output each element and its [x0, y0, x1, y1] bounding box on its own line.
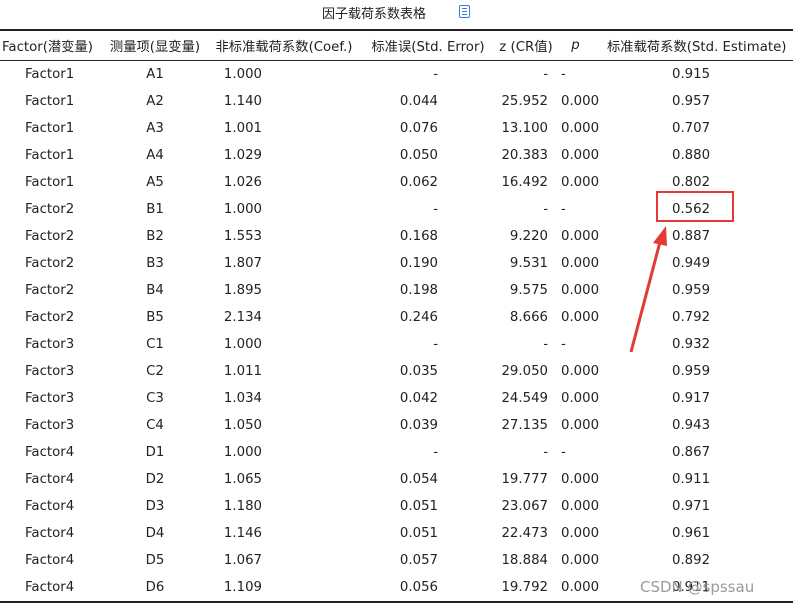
red-arrow-annotation [629, 226, 667, 353]
watermark: CSDN @spssau [640, 578, 755, 596]
